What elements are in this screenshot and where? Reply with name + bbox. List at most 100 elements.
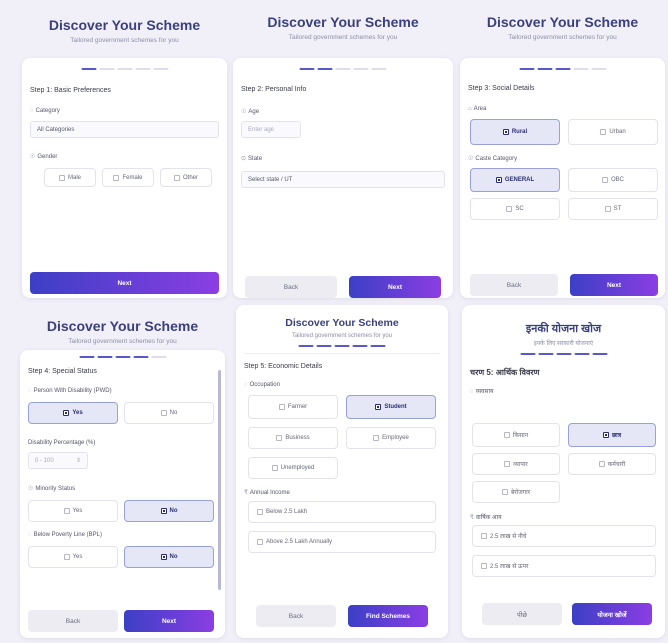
age-input[interactable]: Enter age [241,121,301,138]
occupation-option-farmer[interactable]: Farmer [248,395,338,419]
area-option-label: Urban [609,129,626,135]
occupation-option-business[interactable]: Business [248,427,338,449]
bpl-option-no[interactable]: No [124,546,214,568]
progress-step [99,68,114,70]
occupation-option-student[interactable]: छात्र [568,423,656,447]
step-progress [81,68,168,70]
map-pin-icon: ⊙ [241,156,247,162]
gender-option-male[interactable]: Male [44,168,96,187]
progress-step [117,68,132,70]
income-label: ₹ Annual Income [244,489,290,496]
occupation-option-unemployed[interactable]: बेरोजगार [472,481,560,503]
occupation-option-label: छात्र [611,433,622,439]
form-card: इनकी योजना खोज इनके लिए सरकारी योजनाएं च… [462,305,665,638]
back-button[interactable]: पीछे [482,603,562,625]
users-icon: ☉ [468,156,474,162]
occupation-option-unemployed[interactable]: Unemployed [248,457,338,479]
checkbox-icon [601,177,608,183]
user-icon: ☉ [30,154,36,160]
minority-option-yes[interactable]: Yes [28,500,118,522]
gender-option-label: Male [67,174,81,181]
next-button[interactable]: Next [570,274,658,296]
back-button[interactable]: Back [256,605,336,627]
occupation-option-employee[interactable]: कर्मचारी [568,453,656,475]
occupation-option-label: Unemployed [280,465,315,471]
stepper-icon[interactable]: ⇕ [76,457,81,464]
progress-step [352,345,368,347]
disability-pct-input[interactable]: 0 - 100 ⇕ [28,452,88,469]
form-card: Discover Your Scheme Tailored government… [236,305,448,638]
find-schemes-button[interactable]: Find Schemes [348,605,428,627]
scrollbar[interactable] [218,370,221,590]
back-button[interactable]: Back [245,276,337,298]
step-progress [298,345,386,347]
state-select[interactable]: Select state / UT [241,171,445,188]
occupation-option-business[interactable]: व्यापार [472,453,560,475]
caste-option-obc[interactable]: OBC [568,168,658,192]
progress-step [79,356,94,358]
income-option-below[interactable]: Below 2.5 Lakh [248,501,436,523]
progress-step [519,68,534,70]
checkbox-icon [503,432,510,438]
page-title: Discover Your Scheme [48,17,201,33]
checkbox-icon [63,554,70,560]
step-progress [299,68,387,70]
occupation-option-label: Farmer [287,404,308,410]
bpl-option-yes[interactable]: Yes [28,546,118,568]
back-button[interactable]: Back [470,274,558,296]
disability-label: ◌ Person With Disability (PWD) [28,388,112,394]
next-button[interactable]: Next [124,610,214,632]
checkbox-icon [602,432,609,438]
progress-step [334,345,350,347]
screen-step-5-hindi: इनकी योजना खोज इनके लिए सरकारी योजनाएं च… [462,305,665,640]
back-button[interactable]: Back [28,610,118,632]
progress-step [151,356,166,358]
caste-option-label: SC [515,206,524,212]
income-option-below[interactable]: 2.5 लाख से नीचे [472,525,656,547]
home-icon: ⌂ [468,106,472,112]
caste-option-sc[interactable]: SC [470,198,560,220]
screen-step-5: Discover Your Scheme Tailored government… [236,305,448,640]
occupation-option-student[interactable]: Student [346,395,436,419]
income-option-above[interactable]: Above 2.5 Lakh Annually [248,531,436,553]
progress-step [371,68,387,70]
occupation-option-employee[interactable]: Employee [346,427,436,449]
tag-icon: ◌ [30,108,34,114]
form-card: Step 1: Basic Preferences ◌ Category All … [22,58,227,298]
disability-pct-label: Disability Percentage (%) [28,440,96,446]
bpl-label: ◌ Below Poverty Line (BPL) [28,532,102,538]
find-schemes-button[interactable]: योजना खोजें [572,603,652,625]
next-button[interactable]: Next [349,276,441,298]
progress-step [520,353,535,355]
caste-option-general[interactable]: GENERAL [470,168,560,192]
step-title: Step 2: Personal Info [241,86,307,93]
checkbox-icon [495,177,502,183]
gender-option-female[interactable]: Female [102,168,154,187]
next-button[interactable]: Next [30,272,219,294]
progress-step [115,356,130,358]
page-title: Discover Your Scheme [486,14,639,30]
step-title: Step 3: Social Details [468,85,535,92]
checkbox-icon [160,508,167,514]
checkbox-icon [271,465,278,471]
checkbox-icon [481,563,487,569]
accessibility-icon: ◌ [28,388,32,394]
minority-option-no[interactable]: No [124,500,214,522]
category-select[interactable]: All Categories [30,121,219,138]
progress-step [538,353,553,355]
caste-option-st[interactable]: ST [568,198,658,220]
disability-option-no[interactable]: No [124,402,214,424]
category-label-text: Category [35,108,60,114]
area-option-urban[interactable]: Urban [568,119,658,145]
gender-option-other[interactable]: Other [160,168,212,187]
progress-step [299,68,315,70]
disability-option-yes[interactable]: Yes [28,402,118,424]
checkbox-icon [373,435,380,441]
area-option-rural[interactable]: Rural [470,119,560,145]
occupation-option-farmer[interactable]: किसान [472,423,560,447]
income-option-above[interactable]: 2.5 लाख से ऊपर [472,555,656,577]
disability-option-label: No [169,410,178,416]
disability-option-label: Yes [72,410,83,416]
checkbox-icon [58,174,65,181]
bpl-option-label: No [169,554,178,560]
